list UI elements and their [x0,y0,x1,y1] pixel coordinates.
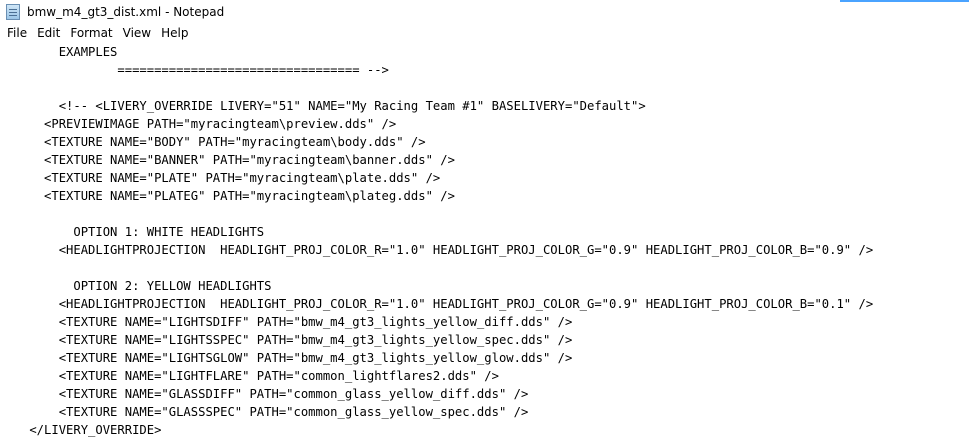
editor-line: <TEXTURE NAME="LIGHTFLARE" PATH="common_… [0,369,499,383]
editor-line: OPTION 1: WHITE HEADLIGHTS [0,225,265,239]
editor-line: <TEXTURE NAME="LIGHTSGLOW" PATH="bmw_m4_… [0,351,573,365]
menu-file[interactable]: File [0,24,32,43]
editor-line: </LIVERY_OVERRIDE> [0,423,162,437]
editor-line: <TEXTURE NAME="BANNER" PATH="myracingtea… [0,153,455,167]
editor-line: <PREVIEWIMAGE PATH="myracingteam\preview… [0,117,397,131]
editor-line: <TEXTURE NAME="GLASSDIFF" PATH="common_g… [0,387,529,401]
menu-view[interactable]: View [118,24,156,43]
editor-line: <TEXTURE NAME="PLATE" PATH="myracingteam… [0,171,441,185]
text-editor[interactable]: EXAMPLES ===============================… [0,43,969,444]
editor-line: <TEXTURE NAME="BODY" PATH="myracingteam\… [0,135,426,149]
editor-line: ================================= --> [0,63,389,77]
editor-line: OPTION 2: YELLOW HEADLIGHTS [0,279,272,293]
menu-edit[interactable]: Edit [32,24,65,43]
editor-line: <TEXTURE NAME="LIGHTSSPEC" PATH="bmw_m4_… [0,333,573,347]
window-title: bmw_m4_gt3_dist.xml - Notepad [27,5,225,19]
editor-line: <!-- <LIVERY_OVERRIDE LIVERY="51" NAME="… [0,99,646,113]
menu-help[interactable]: Help [156,24,193,43]
title-bar[interactable]: bmw_m4_gt3_dist.xml - Notepad [0,0,969,24]
editor-line: <HEADLIGHTPROJECTION HEADLIGHT_PROJ_COLO… [0,243,874,257]
editor-line: <TEXTURE NAME="LIGHTSDIFF" PATH="bmw_m4_… [0,315,573,329]
notepad-icon [6,4,20,20]
editor-line: <TEXTURE NAME="PLATEG" PATH="myracingtea… [0,189,455,203]
editor-line: EXAMPLES [0,45,118,59]
menu-format[interactable]: Format [65,24,117,43]
editor-line: <TEXTURE NAME="GLASSSPEC" PATH="common_g… [0,405,529,419]
editor-line: <HEADLIGHTPROJECTION HEADLIGHT_PROJ_COLO… [0,297,874,311]
menu-bar: File Edit Format View Help [0,24,969,43]
titlebar-accent [840,0,969,2]
